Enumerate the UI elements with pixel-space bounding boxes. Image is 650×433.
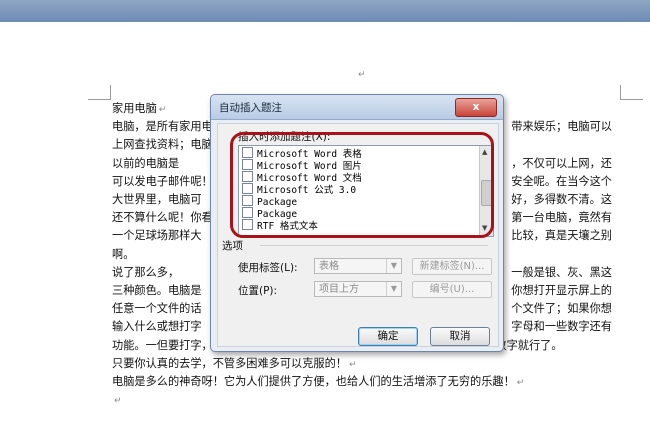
document-line-text: 大世界里，电脑可 bbox=[112, 193, 202, 206]
document-line-text: 家用电脑 bbox=[112, 102, 157, 115]
document-line-text: 以前的电脑是 bbox=[112, 156, 180, 170]
document-line: 电脑是多么的神奇呀！它为人们提供了方便，也给人们的生活增添了无穷的乐趣！ ↵ bbox=[112, 373, 524, 392]
close-button[interactable]: x bbox=[455, 98, 497, 117]
chevron-down-icon[interactable]: ▼ bbox=[386, 259, 401, 273]
document-line: 一个足球场那样大 bbox=[112, 227, 202, 245]
document-line-text: 输入什么或想打字 bbox=[112, 320, 202, 334]
page-corner-top-right bbox=[620, 85, 643, 100]
document-line-right: 第一台电脑，竟然有 bbox=[511, 211, 612, 225]
document-line-right: 好，多得数不清。这 bbox=[511, 193, 612, 206]
document-line-right: 比较，真是天壤之别 bbox=[511, 229, 612, 243]
document-line: 还不算什么呢！你看 bbox=[112, 209, 213, 227]
document-line-text: 啊。 bbox=[112, 247, 135, 261]
document-line-right: 字母和一些数字还有 bbox=[511, 320, 612, 334]
document-line: 大世界里，电脑可 bbox=[112, 191, 202, 209]
document-line-text: 可以发电子邮件呢！ bbox=[112, 174, 213, 188]
document-line: 可以发电子邮件呢！ bbox=[112, 173, 213, 191]
document-line-text: 电脑，是所有家用电 bbox=[112, 120, 213, 134]
document-line: 上网查找资料；电脑 bbox=[112, 136, 213, 154]
dialog-title: 自动插入题注 bbox=[219, 102, 282, 114]
paragraph-mark: ↵ bbox=[516, 378, 525, 388]
page-corner-top-left bbox=[88, 85, 111, 100]
new-label-button[interactable]: 新建标签(N)... bbox=[412, 258, 492, 275]
document-line-text: 电脑是多么的神奇呀！它为人们提供了方便，也给人们的生活增添了无穷的乐趣！ bbox=[112, 375, 515, 388]
document-line-right: ，不仅可以上网，还 bbox=[511, 156, 612, 170]
cancel-button[interactable]: 取消 bbox=[430, 327, 490, 346]
document-line-right: 一般是银、灰、黑这 bbox=[511, 265, 612, 279]
document-line-text: 说了那么多， bbox=[112, 265, 180, 279]
paragraph-mark: ↵ bbox=[348, 359, 357, 370]
position-select[interactable]: 项目上方 ▼ bbox=[314, 281, 402, 297]
paragraph-mark: ↵ bbox=[114, 396, 122, 407]
numbering-button[interactable]: 编号(U)... bbox=[412, 281, 492, 298]
options-divider bbox=[260, 245, 488, 246]
use-label-select[interactable]: 表格 ▼ bbox=[314, 258, 402, 274]
highlight-annotation bbox=[230, 132, 494, 238]
document-line-text: 一个足球场那样大 bbox=[112, 229, 202, 243]
document-line: 电脑，是所有家用电 bbox=[112, 118, 213, 136]
window-title-bar bbox=[0, 0, 650, 23]
paragraph-mark: ↵ bbox=[158, 105, 167, 115]
document-line-text: 三种颜色。电脑是 bbox=[112, 284, 202, 297]
use-label-label: 使用标签(L): bbox=[238, 262, 298, 274]
options-group-label: 选项 bbox=[222, 240, 243, 252]
document-line: 家用电脑 ↵ bbox=[112, 100, 166, 119]
document-line-right: 安全呢。在当今这个 bbox=[511, 174, 612, 188]
document-line-text: 上网查找资料；电脑 bbox=[112, 138, 213, 152]
document-line: 只要你认真的去学，不管多困难多可以克服的！ ↵ bbox=[112, 355, 357, 374]
ok-button[interactable]: 确定 bbox=[358, 327, 418, 346]
document-line: 说了那么多， bbox=[112, 264, 179, 282]
position-value: 项目上方 bbox=[319, 284, 359, 295]
use-label-value: 表格 bbox=[319, 261, 339, 272]
document-line-right: 个文件了；如果你想 bbox=[511, 302, 612, 316]
chevron-down-icon[interactable]: ▼ bbox=[386, 282, 401, 296]
document-line: ↵ bbox=[112, 391, 122, 410]
document-line-text: 任意一个文件的话 bbox=[112, 302, 202, 316]
document-line: 输入什么或想打字 bbox=[112, 318, 202, 336]
document-line-text: 还不算什么呢！你看 bbox=[112, 211, 213, 225]
document-line-right: 带来娱乐；电脑可以 bbox=[511, 120, 612, 134]
document-line-right: 你想打开显示屏上的 bbox=[511, 284, 612, 297]
document-line: 以前的电脑是 bbox=[112, 155, 179, 173]
position-label: 位置(P): bbox=[238, 285, 278, 297]
dialog-title-bar[interactable]: 自动插入题注 x bbox=[211, 95, 503, 120]
document-line-text: 只要你认真的去学，不管多困难多可以克服的！ bbox=[112, 356, 347, 370]
header-paragraph-mark: ↵ bbox=[358, 70, 366, 80]
document-line: 啊。 bbox=[112, 246, 134, 264]
document-line: 任意一个文件的话 bbox=[112, 300, 202, 318]
document-line: 三种颜色。电脑是 bbox=[112, 282, 202, 300]
